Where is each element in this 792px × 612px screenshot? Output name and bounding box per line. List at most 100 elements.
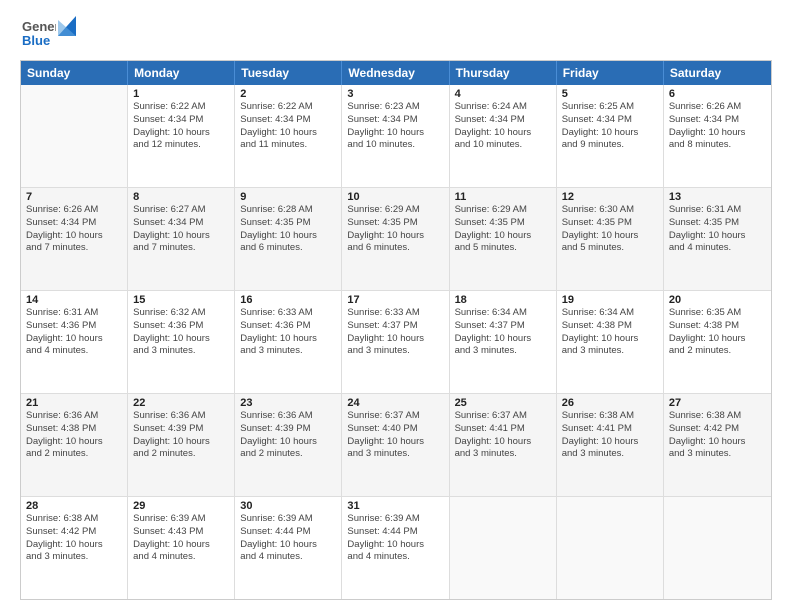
day-number: 21 [26, 397, 122, 409]
calendar: SundayMondayTuesdayWednesdayThursdayFrid… [20, 60, 772, 600]
cell-info-line: and 12 minutes. [133, 139, 229, 152]
calendar-cell: 20Sunrise: 6:35 AMSunset: 4:38 PMDayligh… [664, 291, 771, 393]
cell-info-line: Sunrise: 6:24 AM [455, 101, 551, 114]
cell-info-line: Sunrise: 6:22 AM [133, 101, 229, 114]
calendar-cell: 12Sunrise: 6:30 AMSunset: 4:35 PMDayligh… [557, 188, 664, 290]
calendar-cell: 4Sunrise: 6:24 AMSunset: 4:34 PMDaylight… [450, 85, 557, 187]
cell-info-line: Sunset: 4:38 PM [26, 423, 122, 436]
day-number: 26 [562, 397, 658, 409]
day-number: 3 [347, 88, 443, 100]
calendar-cell: 5Sunrise: 6:25 AMSunset: 4:34 PMDaylight… [557, 85, 664, 187]
cell-info-line: Sunset: 4:41 PM [455, 423, 551, 436]
cell-info-line: Sunset: 4:36 PM [26, 320, 122, 333]
cal-header-cell: Friday [557, 61, 664, 85]
cell-info-line: Daylight: 10 hours [669, 436, 766, 449]
cell-info-line: Daylight: 10 hours [26, 230, 122, 243]
cell-info-line: and 3 minutes. [26, 551, 122, 564]
svg-text:Blue: Blue [22, 33, 50, 48]
cell-info-line: Sunrise: 6:36 AM [26, 410, 122, 423]
day-number: 13 [669, 191, 766, 203]
calendar-row: 21Sunrise: 6:36 AMSunset: 4:38 PMDayligh… [21, 393, 771, 496]
day-number: 11 [455, 191, 551, 203]
cell-info-line: Sunrise: 6:28 AM [240, 204, 336, 217]
calendar-cell: 18Sunrise: 6:34 AMSunset: 4:37 PMDayligh… [450, 291, 557, 393]
day-number: 31 [347, 500, 443, 512]
calendar-cell: 13Sunrise: 6:31 AMSunset: 4:35 PMDayligh… [664, 188, 771, 290]
calendar-cell: 2Sunrise: 6:22 AMSunset: 4:34 PMDaylight… [235, 85, 342, 187]
calendar-cell: 24Sunrise: 6:37 AMSunset: 4:40 PMDayligh… [342, 394, 449, 496]
day-number: 2 [240, 88, 336, 100]
cell-info-line: Sunrise: 6:39 AM [240, 513, 336, 526]
calendar-row: 14Sunrise: 6:31 AMSunset: 4:36 PMDayligh… [21, 290, 771, 393]
cell-info-line: and 8 minutes. [669, 139, 766, 152]
calendar-cell: 3Sunrise: 6:23 AMSunset: 4:34 PMDaylight… [342, 85, 449, 187]
cell-info-line: Sunrise: 6:27 AM [133, 204, 229, 217]
day-number: 5 [562, 88, 658, 100]
day-number: 8 [133, 191, 229, 203]
cell-info-line: Sunrise: 6:29 AM [455, 204, 551, 217]
cell-info-line: and 5 minutes. [562, 242, 658, 255]
cell-info-line: Sunrise: 6:35 AM [669, 307, 766, 320]
calendar-cell: 17Sunrise: 6:33 AMSunset: 4:37 PMDayligh… [342, 291, 449, 393]
cell-info-line: Sunset: 4:34 PM [133, 217, 229, 230]
cell-info-line: Sunset: 4:39 PM [240, 423, 336, 436]
calendar-cell: 9Sunrise: 6:28 AMSunset: 4:35 PMDaylight… [235, 188, 342, 290]
cell-info-line: and 3 minutes. [562, 345, 658, 358]
cell-info-line: Sunrise: 6:26 AM [669, 101, 766, 114]
cell-info-line: Sunset: 4:38 PM [669, 320, 766, 333]
day-number: 28 [26, 500, 122, 512]
calendar-cell: 23Sunrise: 6:36 AMSunset: 4:39 PMDayligh… [235, 394, 342, 496]
cell-info-line: Daylight: 10 hours [562, 230, 658, 243]
cell-info-line: Daylight: 10 hours [455, 436, 551, 449]
cell-info-line: and 3 minutes. [347, 448, 443, 461]
cell-info-line: and 9 minutes. [562, 139, 658, 152]
day-number: 1 [133, 88, 229, 100]
cell-info-line: Sunset: 4:37 PM [347, 320, 443, 333]
calendar-row: 1Sunrise: 6:22 AMSunset: 4:34 PMDaylight… [21, 85, 771, 187]
cell-info-line: Daylight: 10 hours [347, 436, 443, 449]
cell-info-line: Sunrise: 6:37 AM [455, 410, 551, 423]
calendar-cell: 26Sunrise: 6:38 AMSunset: 4:41 PMDayligh… [557, 394, 664, 496]
day-number: 16 [240, 294, 336, 306]
cal-header-cell: Tuesday [235, 61, 342, 85]
logo-svg: General Blue [20, 16, 56, 52]
cal-header-cell: Wednesday [342, 61, 449, 85]
cell-info-line: Sunrise: 6:34 AM [455, 307, 551, 320]
cell-info-line: Sunset: 4:34 PM [562, 114, 658, 127]
cell-info-line: and 7 minutes. [133, 242, 229, 255]
cell-info-line: Sunrise: 6:36 AM [240, 410, 336, 423]
day-number: 9 [240, 191, 336, 203]
calendar-cell: 11Sunrise: 6:29 AMSunset: 4:35 PMDayligh… [450, 188, 557, 290]
cell-info-line: Daylight: 10 hours [562, 127, 658, 140]
cell-info-line: and 5 minutes. [455, 242, 551, 255]
calendar-cell: 22Sunrise: 6:36 AMSunset: 4:39 PMDayligh… [128, 394, 235, 496]
cell-info-line: Sunset: 4:40 PM [347, 423, 443, 436]
day-number: 15 [133, 294, 229, 306]
calendar-cell: 1Sunrise: 6:22 AMSunset: 4:34 PMDaylight… [128, 85, 235, 187]
logo: General Blue [20, 16, 76, 52]
cell-info-line: Daylight: 10 hours [240, 539, 336, 552]
cell-info-line: Daylight: 10 hours [133, 436, 229, 449]
calendar-header: SundayMondayTuesdayWednesdayThursdayFrid… [21, 61, 771, 85]
cal-header-cell: Monday [128, 61, 235, 85]
cell-info-line: Sunrise: 6:38 AM [26, 513, 122, 526]
cell-info-line: Sunset: 4:44 PM [240, 526, 336, 539]
cell-info-line: Daylight: 10 hours [26, 539, 122, 552]
cell-info-line: Sunset: 4:34 PM [26, 217, 122, 230]
day-number: 30 [240, 500, 336, 512]
cell-info-line: Sunrise: 6:26 AM [26, 204, 122, 217]
cell-info-line: Sunset: 4:41 PM [562, 423, 658, 436]
cell-info-line: Sunrise: 6:39 AM [133, 513, 229, 526]
cell-info-line: and 4 minutes. [26, 345, 122, 358]
cell-info-line: and 3 minutes. [562, 448, 658, 461]
cell-info-line: Sunset: 4:34 PM [133, 114, 229, 127]
cell-info-line: Daylight: 10 hours [133, 127, 229, 140]
cell-info-line: Sunrise: 6:22 AM [240, 101, 336, 114]
cell-info-line: Sunrise: 6:23 AM [347, 101, 443, 114]
day-number: 20 [669, 294, 766, 306]
calendar-cell: 7Sunrise: 6:26 AMSunset: 4:34 PMDaylight… [21, 188, 128, 290]
calendar-cell: 27Sunrise: 6:38 AMSunset: 4:42 PMDayligh… [664, 394, 771, 496]
cell-info-line: and 10 minutes. [347, 139, 443, 152]
cal-header-cell: Saturday [664, 61, 771, 85]
cell-info-line: Sunset: 4:42 PM [26, 526, 122, 539]
